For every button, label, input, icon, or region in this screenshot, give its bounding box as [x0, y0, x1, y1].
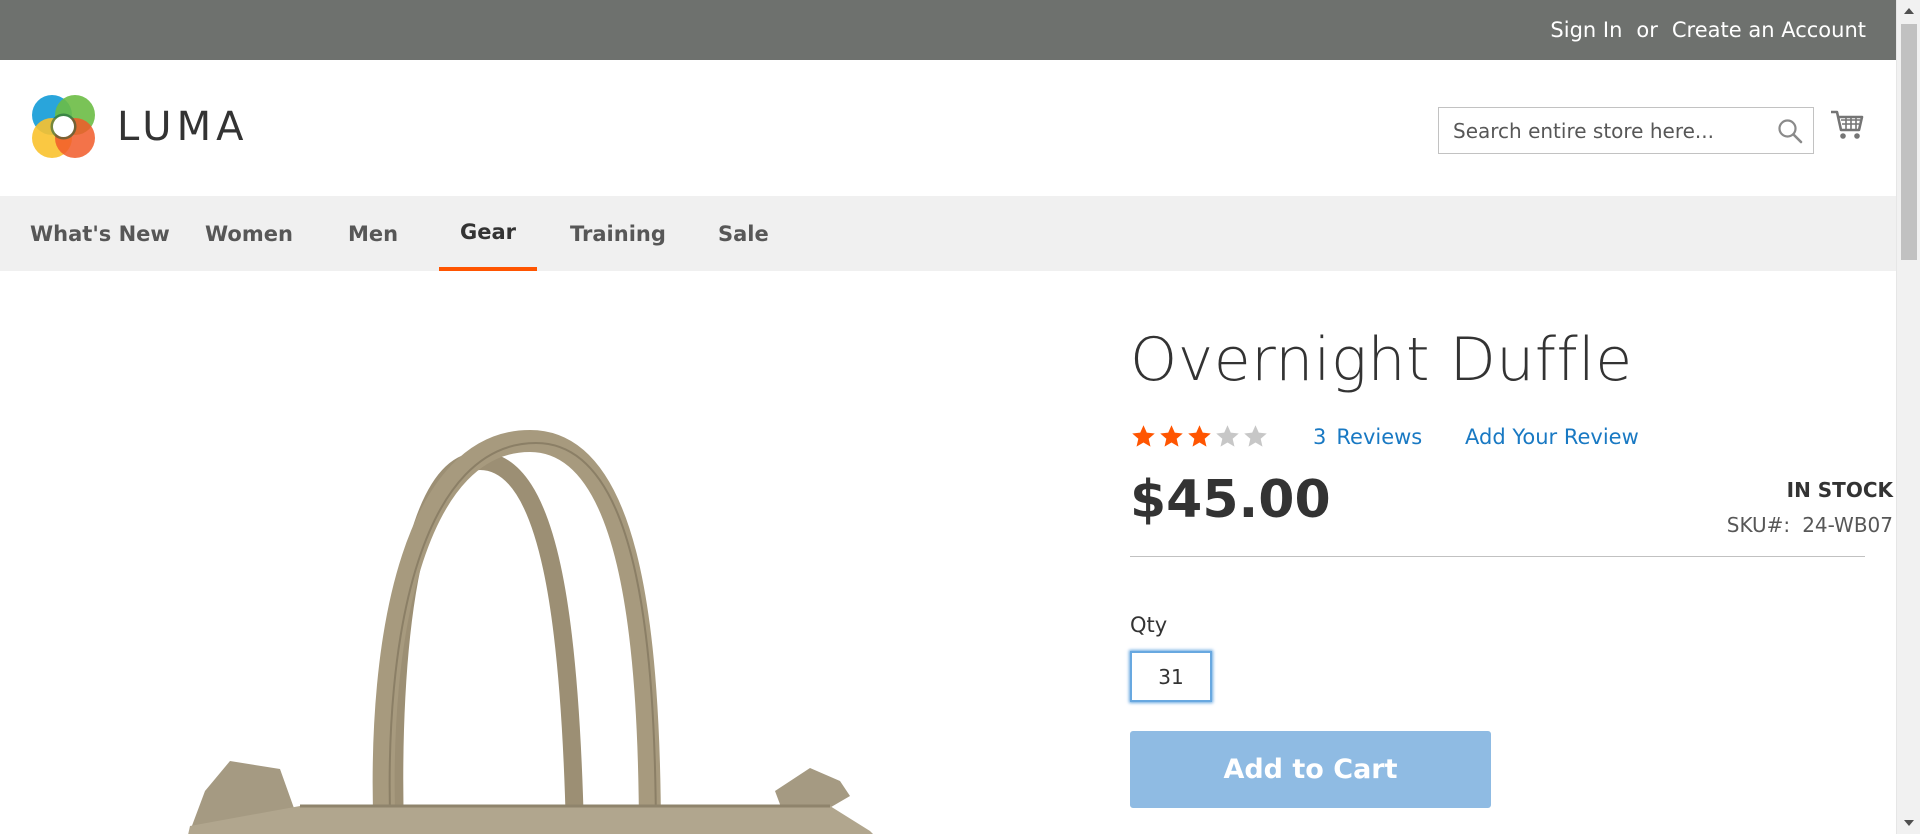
sku-value: 24-WB07 — [1802, 513, 1893, 537]
reviews-label: Reviews — [1336, 425, 1423, 449]
nav-item-men[interactable]: Men — [330, 196, 416, 271]
reviews-count: 3 — [1313, 425, 1327, 449]
sign-in-link[interactable]: Sign In — [1550, 18, 1622, 42]
star-filled-icon — [1160, 425, 1183, 447]
scroll-down-arrow-icon[interactable] — [1897, 812, 1920, 834]
nav-item-gear[interactable]: Gear — [439, 196, 537, 271]
create-account-link[interactable]: Create an Account — [1672, 18, 1866, 42]
search-box — [1438, 107, 1814, 154]
add-to-cart-button[interactable]: Add to Cart — [1130, 731, 1491, 808]
nav-item-sale[interactable]: Sale — [700, 196, 787, 271]
or-separator: or — [1636, 18, 1658, 42]
logo[interactable]: LUMA — [30, 93, 248, 160]
sku-label: SKU#: — [1726, 513, 1791, 537]
reviews-link[interactable]: 3 Reviews — [1313, 425, 1422, 449]
cart-icon[interactable] — [1829, 106, 1865, 142]
product-gallery[interactable] — [0, 271, 1100, 834]
main-nav: What's New Women Men Gear Training Sale — [0, 196, 1896, 271]
star-filled-icon — [1132, 425, 1155, 447]
rating-stars — [1130, 423, 1269, 450]
logo-text: LUMA — [117, 103, 249, 150]
star-filled-icon — [1188, 425, 1211, 447]
header: LUMA — [0, 60, 1896, 196]
qty-label: Qty — [1130, 613, 1168, 637]
star-empty-icon — [1216, 425, 1239, 447]
scrollbar[interactable] — [1896, 0, 1920, 834]
product-price: $45.00 — [1130, 470, 1331, 530]
product-image — [188, 429, 873, 834]
stock-status: IN STOCK — [1786, 478, 1893, 502]
scroll-up-arrow-icon[interactable] — [1897, 0, 1920, 22]
nav-item-women[interactable]: Women — [187, 196, 311, 271]
divider — [1130, 556, 1865, 557]
nav-item-whats-new[interactable]: What's New — [12, 196, 188, 271]
product-sku: SKU#: 24-WB07 — [1727, 513, 1893, 537]
scrollbar-thumb[interactable] — [1901, 24, 1917, 260]
star-empty-icon — [1244, 425, 1267, 447]
header-links: Sign In or Create an Account — [1550, 0, 1866, 60]
search-icon[interactable] — [1777, 118, 1803, 144]
search-input[interactable] — [1439, 108, 1769, 153]
product-title: Overnight Duffle — [1130, 325, 1633, 395]
add-review-link[interactable]: Add Your Review — [1465, 425, 1639, 449]
top-bar: Sign In or Create an Account — [0, 0, 1896, 60]
luma-logo-icon — [32, 95, 95, 158]
nav-item-training[interactable]: Training — [552, 196, 684, 271]
qty-input[interactable] — [1130, 651, 1212, 702]
